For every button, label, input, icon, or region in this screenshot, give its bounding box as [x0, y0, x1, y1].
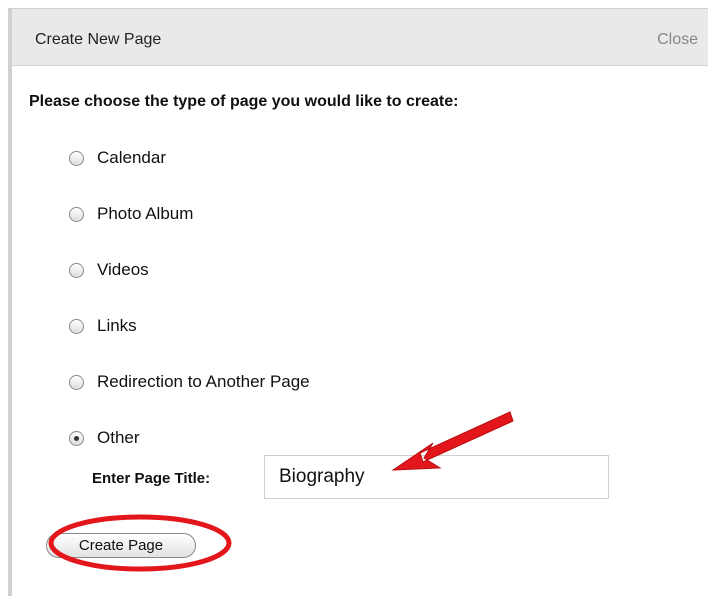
option-label: Links	[97, 316, 137, 335]
option-photo-album[interactable]: Photo Album	[69, 203, 193, 225]
option-redirection[interactable]: Redirection to Another Page	[69, 371, 310, 393]
option-videos[interactable]: Videos	[69, 259, 149, 281]
option-label: Photo Album	[97, 204, 194, 223]
close-link[interactable]: Close	[657, 31, 698, 49]
page-title-label: Enter Page Title:	[92, 470, 211, 487]
option-calendar[interactable]: Calendar	[69, 147, 166, 169]
calendar-radio[interactable]	[69, 150, 84, 166]
option-label: Calendar	[97, 148, 166, 167]
links-radio[interactable]	[69, 318, 84, 334]
dialog-title: Create New Page	[35, 31, 162, 48]
videos-radio[interactable]	[69, 262, 84, 278]
clipped-background-text	[0, 0, 708, 8]
option-other[interactable]: Other	[69, 427, 140, 449]
page-type-prompt: Please choose the type of page you would…	[29, 93, 459, 110]
page-title-input[interactable]	[264, 455, 609, 499]
redirection-radio[interactable]	[69, 374, 84, 390]
option-label: Redirection to Another Page	[97, 372, 310, 391]
other-radio[interactable]	[69, 430, 84, 446]
photo-album-radio[interactable]	[69, 206, 84, 222]
option-label: Other	[97, 428, 140, 447]
create-page-button[interactable]: Create Page	[46, 533, 196, 558]
option-label: Videos	[97, 260, 149, 279]
screenshot-stage: Create New Page Close Please choose the …	[0, 0, 708, 596]
option-links[interactable]: Links	[69, 315, 137, 337]
dialog-header: Create New Page Close	[12, 9, 708, 66]
